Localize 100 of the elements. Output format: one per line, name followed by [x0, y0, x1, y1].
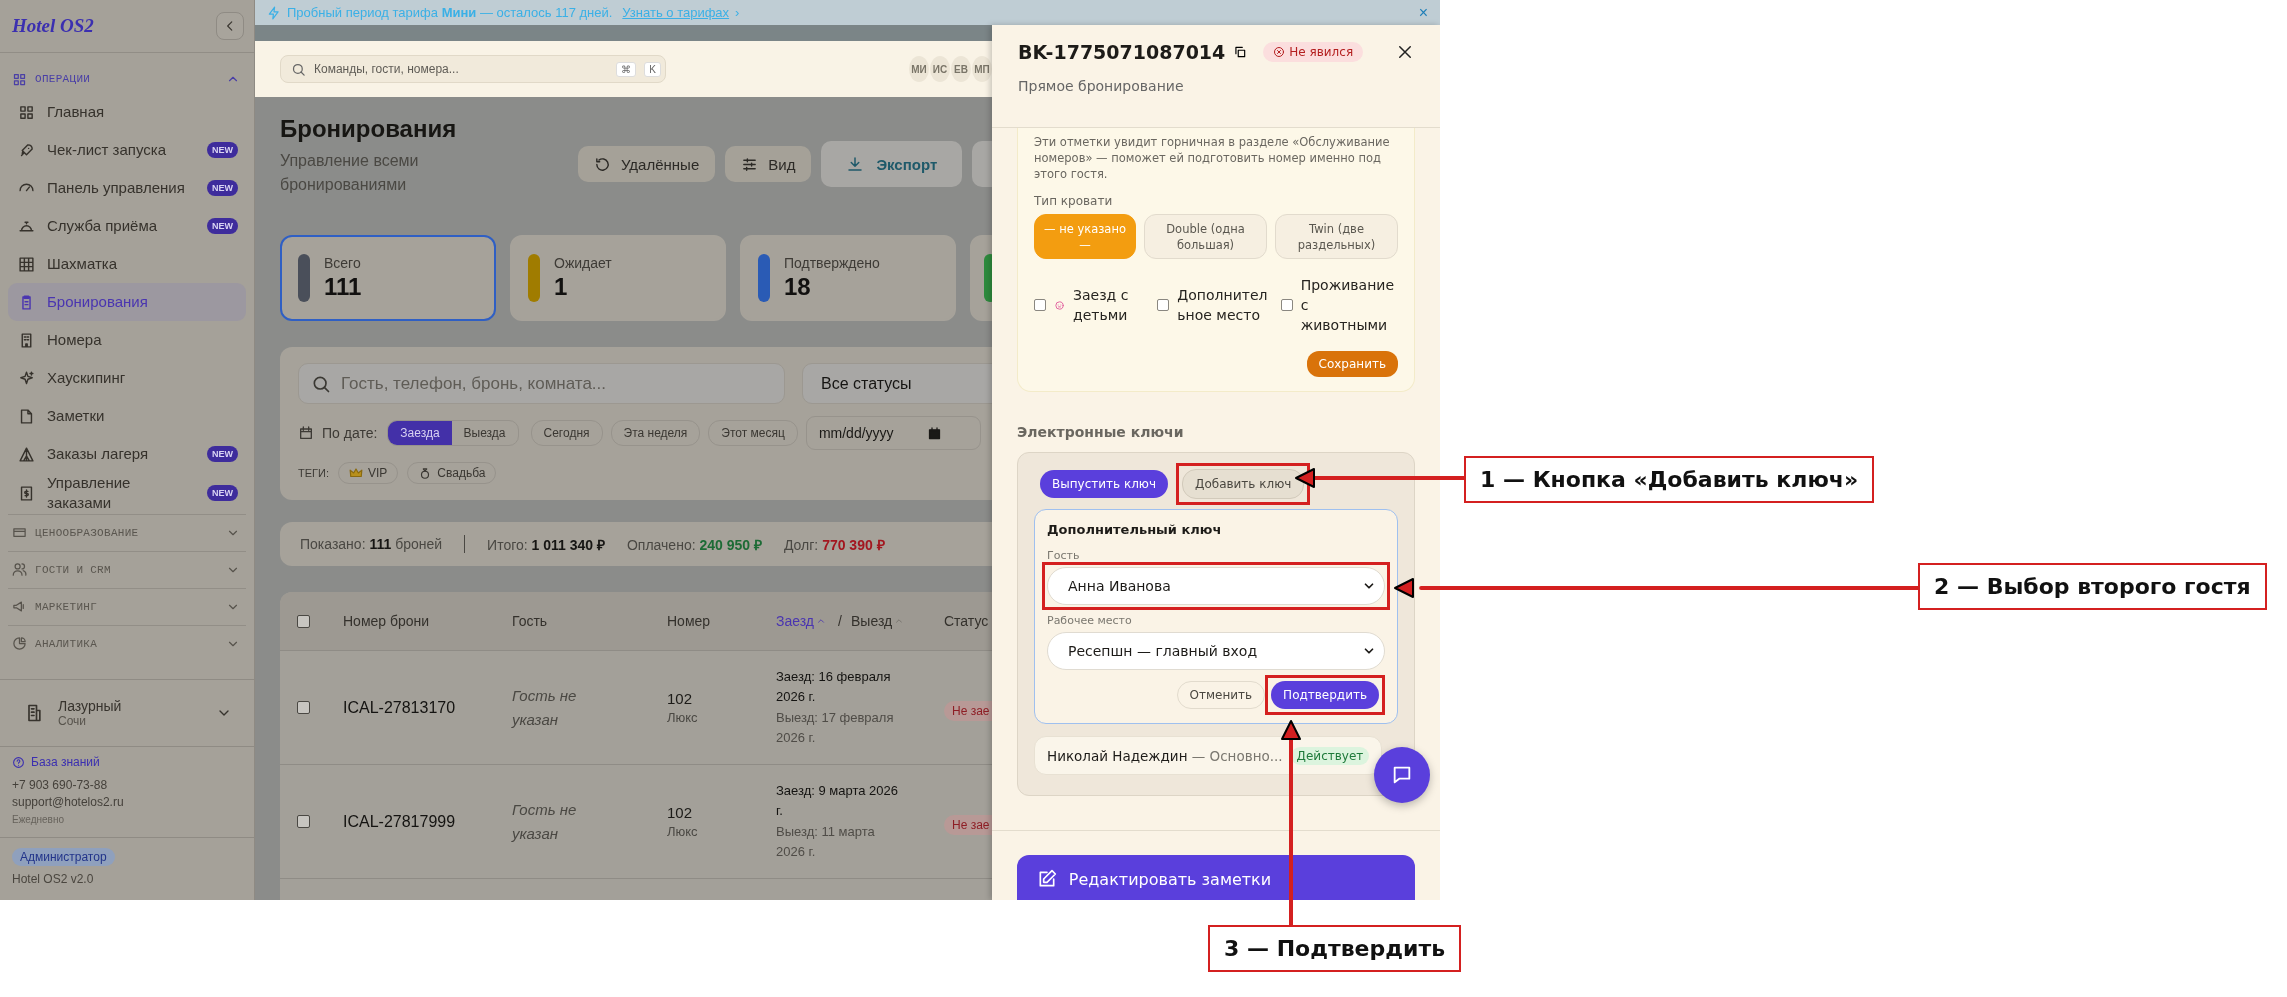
- calendar-icon: [926, 425, 942, 441]
- stat-label: Ожидает: [554, 255, 612, 271]
- pie-icon: [12, 636, 27, 651]
- toolbar-button[interactable]: Удалённые: [578, 146, 716, 182]
- room-type: Люкс: [667, 824, 698, 839]
- nav-item[interactable]: Чек-лист запуска NEW: [8, 131, 246, 169]
- checkbox[interactable]: [297, 815, 310, 828]
- column-header[interactable]: Номер: [667, 613, 711, 629]
- issue-key-button[interactable]: Выпустить ключ: [1040, 470, 1169, 498]
- nav-item[interactable]: Шахматка: [8, 245, 246, 283]
- add-key-button[interactable]: Добавить ключ: [1182, 469, 1305, 499]
- date-mode-tab[interactable]: Заезда: [388, 421, 452, 445]
- close-button[interactable]: ×: [1418, 3, 1428, 22]
- confirm-button[interactable]: Подтвердить: [1271, 681, 1379, 709]
- search-icon: [291, 61, 306, 77]
- option-label: Заезд с детьми: [1073, 286, 1130, 325]
- document-icon: [18, 407, 35, 425]
- toolbar-button[interactable]: Вид: [725, 146, 812, 182]
- room-number: 102: [667, 804, 694, 821]
- column-header[interactable]: Номер брони: [343, 613, 430, 629]
- nav-item[interactable]: Заметки: [8, 397, 246, 435]
- quick-filter-chip[interactable]: Сегодня: [530, 420, 603, 446]
- card-icon: [12, 525, 27, 540]
- section-header[interactable]: АНАЛИТИКА: [8, 624, 246, 662]
- select-field[interactable]: Анна Иванова: [1047, 567, 1385, 605]
- nav-item[interactable]: Панель управления NEW: [8, 169, 246, 207]
- checkbox[interactable]: [1034, 299, 1046, 311]
- search-field[interactable]: Гость, телефон, бронь, комната...: [298, 363, 785, 404]
- nav-item[interactable]: Номера: [8, 321, 246, 359]
- annotation-label: 3 — Подтвердить: [1208, 925, 1462, 972]
- date-mode-tab[interactable]: Выезда: [451, 421, 518, 445]
- status-badge: Не явился: [1263, 42, 1364, 62]
- date-filter-label: По дате:: [322, 425, 378, 441]
- checkbox[interactable]: [297, 614, 310, 628]
- nav-item[interactable]: Бронирования: [8, 283, 246, 321]
- section-header[interactable]: ЦЕНООБРАЗОВАНИЕ: [8, 513, 246, 551]
- stat-card[interactable]: Подтверждено 18: [740, 235, 956, 321]
- new-badge: NEW: [207, 142, 238, 158]
- knowledge-base-link[interactable]: База знаний: [12, 755, 242, 769]
- stat-value: 1: [554, 273, 569, 301]
- nav-item[interactable]: Заказы лагеря NEW: [8, 435, 246, 473]
- section-header[interactable]: МАРКЕТИНГ: [8, 587, 246, 625]
- sparkle-icon: [18, 369, 35, 387]
- export-button[interactable]: Экспорт: [821, 141, 963, 187]
- bed-type-option[interactable]: Double (одна большая): [1144, 214, 1267, 259]
- people-icon: [12, 562, 27, 577]
- avatar[interactable]: МИ: [909, 56, 929, 82]
- x-circle-icon: [1273, 46, 1286, 58]
- checkbox[interactable]: [1157, 299, 1170, 311]
- bed-type-option[interactable]: Twin (две раздельных): [1275, 214, 1398, 259]
- column-header[interactable]: Гость: [512, 613, 548, 629]
- help-icon: [12, 755, 25, 769]
- save-button[interactable]: Сохранить: [1306, 351, 1398, 377]
- option-label: Проживание с животными: [1300, 276, 1396, 335]
- logo: Hotel OS2: [12, 15, 94, 37]
- chat-button[interactable]: [1374, 747, 1430, 803]
- close-icon[interactable]: [1396, 43, 1414, 61]
- date-field[interactable]: mm/dd/yyyy: [805, 416, 981, 450]
- column-header[interactable]: Выезд: [851, 613, 905, 629]
- nav-item[interactable]: Хаускипинг: [8, 359, 246, 397]
- key-hint: ⌘: [616, 61, 637, 77]
- nav-item[interactable]: Служба приёма NEW: [8, 207, 246, 245]
- quick-filter-chip[interactable]: Этот месяц: [708, 420, 798, 446]
- stat-value: 18: [784, 273, 812, 301]
- cancel-button[interactable]: Отменить: [1176, 681, 1266, 709]
- column-header[interactable]: Статус: [944, 613, 989, 629]
- nav-item[interactable]: Управление заказами NEW: [8, 473, 246, 514]
- edit-notes-button[interactable]: Редактировать заметки: [1017, 855, 1415, 900]
- avatar[interactable]: МП: [972, 56, 992, 82]
- field-label: Рабочее место: [1047, 614, 1133, 627]
- column-header[interactable]: Заезд: [776, 613, 826, 629]
- checkbox[interactable]: [1280, 299, 1293, 311]
- select-field[interactable]: Ресепшн — главный вход: [1047, 632, 1385, 670]
- status-dropdown[interactable]: Все статусы: [802, 363, 992, 404]
- avatar[interactable]: ИС: [930, 56, 950, 82]
- section-header[interactable]: ОПЕРАЦИИ: [8, 65, 246, 93]
- summary-item: Оплачено: 240 950 ₽: [626, 535, 762, 554]
- section-header[interactable]: ГОСТИ И CRM: [8, 550, 246, 588]
- stat-card[interactable]: Всего 111: [280, 235, 496, 321]
- property-selector[interactable]: Лазурный Сочи: [0, 679, 254, 747]
- crown-icon: [349, 466, 363, 480]
- link-arrow: ›: [735, 5, 740, 20]
- check-out-date: Выезд: 11 марта 2026 г.: [776, 822, 876, 861]
- room-type: Люкс: [667, 710, 698, 725]
- grid-icon: [12, 71, 27, 87]
- copy-icon[interactable]: [1233, 45, 1248, 59]
- avatar[interactable]: ЕВ: [951, 56, 971, 82]
- room-number: 102: [667, 690, 694, 707]
- collapse-button[interactable]: [216, 12, 244, 40]
- command-search-field[interactable]: Команды, гости, номера... ⌘ K: [280, 55, 666, 83]
- nav-item[interactable]: Главная: [8, 93, 246, 131]
- tent-icon: [18, 445, 35, 463]
- summary-item: Итого: 1 011 340 ₽: [487, 535, 605, 554]
- checkbox[interactable]: [297, 701, 310, 714]
- key-hint: K: [644, 61, 661, 77]
- page-title: Бронирования: [280, 115, 458, 143]
- role-badge: Администратор: [12, 848, 115, 866]
- stat-card[interactable]: Ожидает 1: [510, 235, 726, 321]
- quick-filter-chip[interactable]: Эта неделя: [610, 420, 701, 446]
- refresh-icon: [594, 155, 611, 173]
